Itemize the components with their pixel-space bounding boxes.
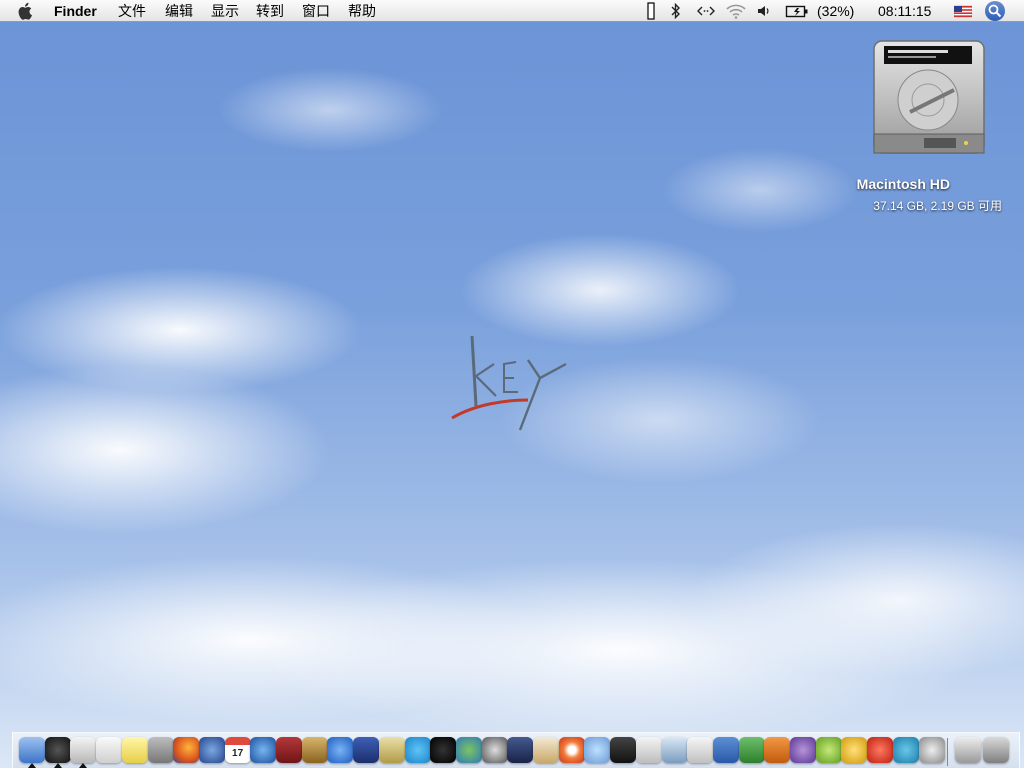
dock-dreamweaver-icon[interactable]: [815, 737, 842, 763]
dock-google-earth-icon[interactable]: [250, 737, 277, 763]
bluetooth-icon[interactable]: [670, 2, 682, 20]
battery-percent: (32%): [817, 3, 855, 19]
dock-mail-stamp-icon[interactable]: [533, 737, 559, 763]
dock-skype-icon[interactable]: [404, 737, 431, 763]
dock-msn-icon[interactable]: [455, 737, 482, 763]
dock-firefox-icon[interactable]: [173, 737, 200, 763]
key-logo: [446, 330, 576, 434]
dock-chrome-ball-icon[interactable]: [918, 737, 945, 763]
clock[interactable]: 08:11:15: [878, 3, 931, 19]
menu-go[interactable]: 转到: [256, 3, 284, 19]
menu-window[interactable]: 窗口: [302, 3, 330, 19]
battery-charging-icon[interactable]: [785, 2, 809, 20]
dock-activity-monitor-icon[interactable]: [610, 737, 637, 763]
dock-separator: [947, 738, 948, 766]
dock-dictionary-icon[interactable]: [276, 737, 302, 763]
network-arrows-icon[interactable]: [696, 2, 716, 20]
dock-word-icon[interactable]: [712, 737, 739, 763]
apple-menu-icon[interactable]: [18, 2, 34, 23]
menu-file[interactable]: 文件: [118, 3, 146, 19]
dock-dashboard-icon[interactable]: [44, 737, 71, 763]
dock-finder-icon[interactable]: [19, 737, 45, 763]
dock-textedit-icon[interactable]: [687, 737, 714, 763]
volume-icon[interactable]: [756, 2, 772, 20]
us-flag-icon[interactable]: [953, 2, 973, 20]
menu-bar: Finder 文件 编辑 显示 转到 窗口 帮助 (32%) 08:11:15: [0, 0, 1024, 22]
running-indicator: [53, 763, 62, 768]
dock-ical-icon[interactable]: 17: [224, 737, 251, 763]
dock-package-icon[interactable]: [301, 737, 328, 763]
dock-scripts-icon[interactable]: [661, 737, 688, 763]
wifi-icon[interactable]: [725, 2, 747, 20]
dock-contribute-icon[interactable]: [892, 737, 919, 763]
dock-gimp-icon[interactable]: [353, 737, 380, 763]
running-indicator: [79, 763, 88, 768]
dock-fireworks-icon[interactable]: [841, 737, 868, 763]
dock-final-cut-icon[interactable]: [507, 737, 534, 763]
dock-excel-icon[interactable]: [738, 737, 765, 763]
dock-qq-icon[interactable]: [430, 737, 457, 763]
dock-trash-icon[interactable]: [983, 737, 1009, 763]
dock-entourage-icon[interactable]: [790, 737, 816, 763]
macintosh-hd-icon[interactable]: [870, 38, 988, 160]
dock-thunderbird-icon[interactable]: [198, 737, 225, 763]
app-name-menu[interactable]: Finder: [54, 3, 97, 19]
dock-forward-icon[interactable]: [327, 737, 354, 763]
dock-system-info-icon[interactable]: [96, 737, 123, 763]
macintosh-hd-label[interactable]: Macintosh HD: [857, 176, 950, 192]
dock-adium-icon[interactable]: [378, 737, 405, 763]
spotlight-icon[interactable]: [985, 1, 1005, 21]
dock-utility-icon[interactable]: [955, 737, 981, 763]
menu-help[interactable]: 帮助: [348, 3, 376, 19]
running-indicator: [28, 763, 36, 768]
input-box-icon[interactable]: [647, 2, 655, 20]
dock-ipod-icon[interactable]: [635, 737, 662, 763]
dock-preview-icon[interactable]: [70, 737, 97, 763]
dock-webcam-icon[interactable]: [481, 737, 508, 763]
dock-flash-icon[interactable]: [867, 737, 894, 763]
dock-itunes-icon[interactable]: [584, 737, 611, 763]
dock-safari-icon[interactable]: [558, 737, 585, 763]
dock-stickies-icon[interactable]: [121, 737, 148, 763]
menu-edit[interactable]: 编辑: [165, 3, 193, 19]
dock-calculator-icon[interactable]: [147, 737, 174, 763]
menu-view[interactable]: 显示: [211, 3, 239, 19]
macintosh-hd-info: 37.14 GB, 2.19 GB 可用: [873, 199, 1002, 213]
dock-powerpoint-icon[interactable]: [764, 737, 791, 763]
